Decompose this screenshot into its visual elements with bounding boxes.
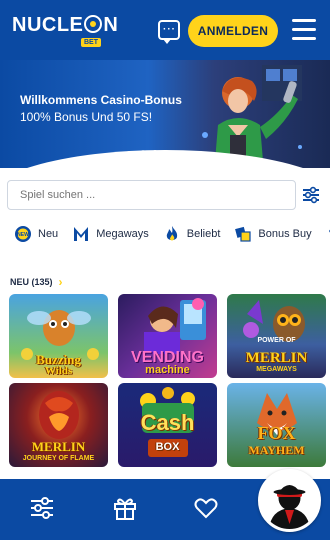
top-header: NUCLE N BET ··· ANMELDEN xyxy=(0,0,330,60)
game-tile-vending-machine[interactable]: VENDING machine xyxy=(118,294,217,378)
game-tile-fox-mayhem[interactable]: FOX MAYHEM xyxy=(227,383,326,467)
game-title: MERLIN xyxy=(245,350,308,366)
carousel-dot[interactable] xyxy=(140,150,146,156)
atom-icon xyxy=(84,15,103,33)
category-label: Beliebt xyxy=(186,228,221,240)
banner-subtitle: 100% Bonus Und 50 FS! xyxy=(20,110,153,124)
game-tile-power-of-merlin[interactable]: POWER OF MERLIN MEGAWAYS xyxy=(227,294,326,378)
game-subtitle: JOURNEY OF FLAME xyxy=(22,455,95,462)
category-label: Bonus Buy xyxy=(258,228,312,240)
chat-icon[interactable]: ··· xyxy=(158,20,180,44)
game-title: FOX xyxy=(257,423,296,443)
game-title: MERLIN xyxy=(31,439,86,454)
game-tile-merlin-journey-of-flame[interactable]: MERLIN JOURNEY OF FLAME xyxy=(9,383,108,467)
svg-text:NEW: NEW xyxy=(17,232,29,238)
heart-icon[interactable] xyxy=(193,495,219,521)
logo-bet-badge: BET xyxy=(81,38,101,47)
logo-text-start: NUCLE xyxy=(12,14,84,36)
game-title: Cash xyxy=(140,410,195,435)
promo-banner[interactable]: Willkommens Casino-Bonus 100% Bonus Und … xyxy=(0,60,330,168)
game-title: VENDING xyxy=(131,349,204,366)
category-bar: NEW Neu Megaways Beliebt Bonus Buy xyxy=(14,222,330,246)
nucleon-logo[interactable]: NUCLE N BET xyxy=(12,14,119,47)
hamburger-menu-icon[interactable] xyxy=(292,19,316,41)
category-label: Megaways xyxy=(96,228,149,240)
flame-icon xyxy=(163,225,181,243)
page: NUCLE N BET ··· ANMELDEN Willkommens Casi… xyxy=(0,0,330,540)
section-title-text: NEU (135) xyxy=(10,277,53,287)
sliders-icon[interactable] xyxy=(29,495,55,521)
carousel-dots xyxy=(140,150,170,156)
game-subtitle: BOX xyxy=(155,441,180,453)
category-new[interactable]: NEW Neu xyxy=(14,225,58,243)
banner-title: Willkommens Casino-Bonus xyxy=(20,93,182,107)
bonus-buy-icon xyxy=(234,225,252,243)
chevron-right-icon: › xyxy=(58,275,63,289)
support-agent-avatar[interactable] xyxy=(258,469,321,532)
game-tile-buzzing-wilds[interactable]: Buzzing Wilds xyxy=(9,294,108,378)
game-pretitle: POWER OF xyxy=(257,337,296,344)
logo-text-end: N xyxy=(103,14,119,36)
category-label: Neu xyxy=(38,228,59,240)
new-badge-icon: NEW xyxy=(14,225,32,243)
agent-face-icon xyxy=(261,472,318,529)
category-megaways[interactable]: Megaways xyxy=(72,225,149,243)
game-subtitle: Wilds xyxy=(44,365,73,377)
game-subtitle: machine xyxy=(145,364,190,376)
game-tile-cash-box[interactable]: Cash BOX xyxy=(118,383,217,467)
filter-sliders-icon[interactable] xyxy=(302,186,320,204)
category-popular[interactable]: Beliebt xyxy=(163,225,221,243)
carousel-dot[interactable] xyxy=(164,150,170,156)
diamond-icon xyxy=(326,225,330,243)
gift-icon[interactable] xyxy=(112,495,138,521)
game-subtitle: MAYHEM xyxy=(248,443,305,457)
category-more[interactable] xyxy=(326,225,330,243)
category-bonus-buy[interactable]: Bonus Buy xyxy=(234,225,312,243)
new-games-section-title[interactable]: NEU (135) › xyxy=(10,275,63,289)
game-search-input[interactable] xyxy=(7,180,296,210)
megaways-m-icon xyxy=(72,225,90,243)
carousel-dot[interactable] xyxy=(152,150,158,156)
login-button[interactable]: ANMELDEN xyxy=(188,15,278,47)
game-subtitle: MEGAWAYS xyxy=(256,366,297,373)
